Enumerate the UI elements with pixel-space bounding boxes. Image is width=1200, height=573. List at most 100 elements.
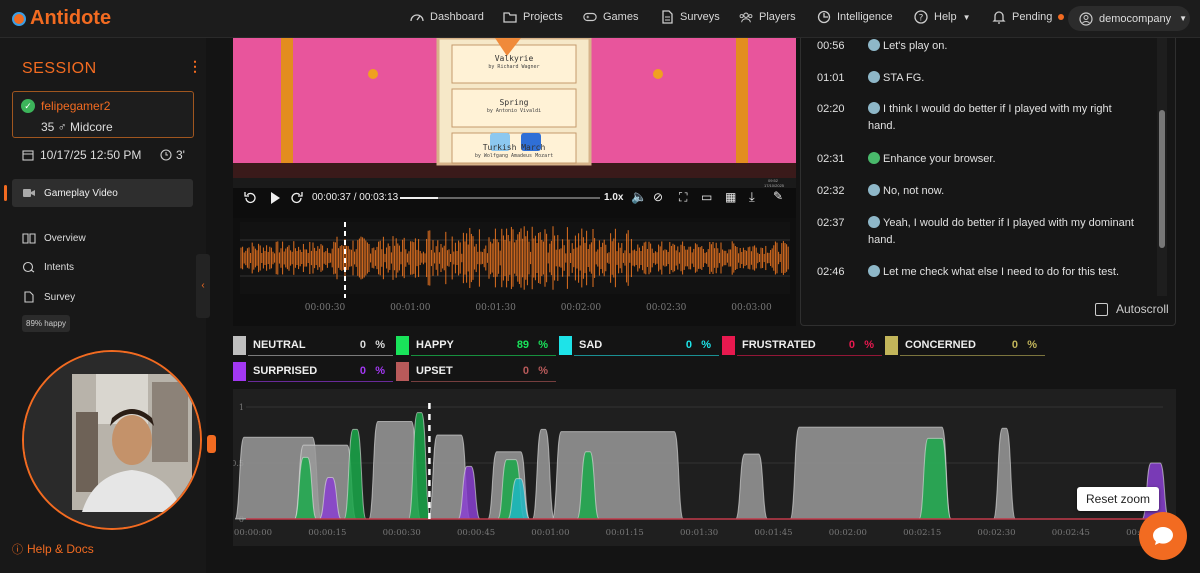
session-duration-value: 3' bbox=[176, 148, 185, 162]
player-card[interactable]: ✓ felipegamer2 35 ♂ Midcore bbox=[12, 91, 194, 138]
sidebar-item-survey-label: Survey bbox=[44, 291, 76, 303]
check-icon: ✓ bbox=[21, 99, 35, 113]
session-datetime: 10/17/25 12:50 PM bbox=[22, 148, 141, 162]
sidebar-item-intents[interactable]: Intents bbox=[22, 261, 74, 273]
nav-games-label: Games bbox=[603, 11, 639, 23]
user-icon bbox=[1079, 11, 1093, 26]
account-menu[interactable]: democompany ▼ bbox=[1068, 6, 1190, 31]
sidebar-item-survey[interactable]: Survey bbox=[22, 291, 75, 303]
nav-pending[interactable]: Pending bbox=[992, 10, 1065, 24]
resize-handle[interactable] bbox=[207, 435, 216, 453]
emotion-swatch bbox=[396, 362, 409, 381]
emotion-label: HAPPY bbox=[416, 339, 454, 351]
emotion-value: 0 % bbox=[848, 339, 874, 351]
nav-games[interactable]: Games bbox=[583, 10, 638, 24]
emotion-underline bbox=[574, 355, 719, 356]
book-icon bbox=[22, 233, 36, 244]
emotion-swatch bbox=[233, 362, 246, 381]
transcript-scrollbar[interactable] bbox=[1157, 38, 1167, 296]
sidebar-item-overview[interactable]: Overview bbox=[22, 232, 86, 244]
track-by-0: by Richard Wagner bbox=[488, 64, 540, 70]
gameplay-video[interactable]: Valkyrie by Richard Wagner Spring by Ant… bbox=[233, 38, 796, 178]
chart-y-tick: 1 bbox=[239, 403, 244, 412]
progress-track[interactable] bbox=[400, 197, 600, 199]
chevron-left-icon: ‹ bbox=[201, 280, 205, 291]
fullscreen-icon[interactable]: ⛶ bbox=[679, 190, 687, 205]
emotion-neutral[interactable]: NEUTRAL 0 % bbox=[233, 336, 393, 356]
emotion-swatch bbox=[233, 336, 246, 355]
dashboard-icon bbox=[410, 14, 424, 22]
download-icon[interactable]: ⤓ bbox=[749, 189, 755, 205]
emotion-value: 89 % bbox=[516, 339, 548, 351]
chart-peak bbox=[735, 453, 769, 520]
autoscroll-checkbox[interactable] bbox=[1095, 302, 1108, 316]
volume-icon[interactable]: 🔈 bbox=[631, 189, 647, 205]
kebab-menu-icon[interactable]: ⋮ bbox=[188, 58, 202, 75]
reset-zoom-button[interactable]: Reset zoom bbox=[1077, 487, 1159, 511]
captions-off-icon[interactable]: ⊘ bbox=[653, 190, 663, 204]
playback-speed[interactable]: 1.0x bbox=[604, 192, 623, 203]
chart-x-tick: 00:02:00 bbox=[829, 528, 867, 538]
nav-projects[interactable]: Projects bbox=[503, 10, 563, 24]
waveform-tick-label: 00:00:30 bbox=[305, 303, 346, 313]
chevron-down-icon: ▼ bbox=[962, 12, 971, 22]
gamepad-icon bbox=[583, 12, 597, 22]
player-info: 35 ♂ Midcore bbox=[41, 120, 113, 134]
sidebar: SESSION ⋮ ✓ felipegamer2 35 ♂ Midcore 10… bbox=[0, 38, 210, 573]
playback-time: 00:00:37 / 00:03:13 bbox=[312, 192, 399, 203]
nav-intelligence[interactable]: Intelligence bbox=[817, 10, 893, 24]
wrench-icon[interactable]: ✎ bbox=[773, 189, 783, 203]
emotion-chart[interactable]: 00.5100:00:0000:00:1500:00:3000:00:4500:… bbox=[231, 389, 1176, 546]
emotion-swatch bbox=[396, 336, 409, 355]
transcript-text-value: Yeah, I would do better if I played with… bbox=[868, 217, 1134, 246]
nav-help-label: Help bbox=[934, 11, 957, 23]
emotion-sad[interactable]: SAD 0 % bbox=[559, 336, 719, 356]
rewind-icon[interactable] bbox=[243, 191, 257, 205]
waveform-tick-label: 00:02:30 bbox=[646, 303, 687, 313]
nav-dashboard[interactable]: Dashboard bbox=[410, 10, 484, 24]
sidebar-item-gameplay-video-label: Gameplay Video bbox=[44, 187, 118, 199]
emotion-concerned[interactable]: CONCERNED 0 % bbox=[885, 336, 1045, 356]
neutral-face-icon bbox=[868, 216, 880, 228]
intelligence-icon bbox=[817, 10, 831, 24]
autoscroll-toggle[interactable]: Autoscroll bbox=[1095, 302, 1169, 316]
help-docs-link[interactable]: ⓘ Help & Docs bbox=[12, 541, 94, 557]
emotion-frustrated[interactable]: FRUSTRATED 0 % bbox=[722, 336, 882, 356]
forward-icon[interactable] bbox=[290, 191, 304, 205]
emotion-surprised[interactable]: SURPRISED 0 % bbox=[233, 362, 393, 382]
nav-players[interactable]: Players bbox=[739, 10, 796, 24]
transcript-text-value: Let me check what else I need to do for … bbox=[883, 266, 1120, 278]
nav-help[interactable]: ? Help ▼ bbox=[914, 10, 971, 24]
waveform-svg: 00:00:30 00:01:00 00:01:30 00:02:00 00:02:30… bbox=[240, 222, 790, 313]
emotion-value: 0 % bbox=[522, 365, 548, 377]
webcam-feed[interactable] bbox=[22, 350, 202, 530]
folder-icon bbox=[503, 12, 517, 23]
transcript-time: 02:37 bbox=[817, 217, 845, 229]
pip-icon[interactable]: ▭ bbox=[701, 190, 712, 204]
emotion-happy[interactable]: HAPPY 89 % bbox=[396, 336, 556, 356]
emotion-value: 0 % bbox=[1011, 339, 1037, 351]
chart-x-tick: 00:01:45 bbox=[754, 528, 792, 538]
transcript-text-value: STA FG. bbox=[883, 72, 925, 84]
nav-surveys[interactable]: Surveys bbox=[660, 10, 720, 24]
emotion-value: 0 % bbox=[359, 365, 385, 377]
scrollbar-thumb[interactable] bbox=[1159, 110, 1165, 248]
account-name: democompany bbox=[1099, 12, 1172, 25]
neutral-face-icon bbox=[868, 71, 880, 83]
intents-icon bbox=[22, 261, 35, 273]
emotion-label: SURPRISED bbox=[253, 365, 318, 377]
sidebar-item-overview-label: Overview bbox=[44, 232, 86, 244]
help-icon: ⓘ bbox=[12, 544, 23, 556]
pending-badge bbox=[1058, 14, 1065, 20]
sidebar-item-gameplay-video[interactable]: Gameplay Video bbox=[12, 179, 193, 207]
audio-waveform[interactable]: 00:00:30 00:01:00 00:01:30 00:02:00 00:02:30… bbox=[233, 218, 796, 326]
transcript-text-value: Enhance your browser. bbox=[883, 153, 996, 165]
chat-button[interactable] bbox=[1139, 512, 1187, 560]
play-icon[interactable] bbox=[269, 191, 281, 205]
app-logo[interactable]: Antidote bbox=[12, 7, 111, 30]
collapse-sidebar-button[interactable]: ‹ bbox=[196, 254, 210, 318]
emotion-value: 0 % bbox=[685, 339, 711, 351]
emotion-upset[interactable]: UPSET 0 % bbox=[396, 362, 556, 382]
film-icon[interactable]: ▦ bbox=[725, 190, 736, 204]
nav-projects-label: Projects bbox=[523, 11, 563, 23]
